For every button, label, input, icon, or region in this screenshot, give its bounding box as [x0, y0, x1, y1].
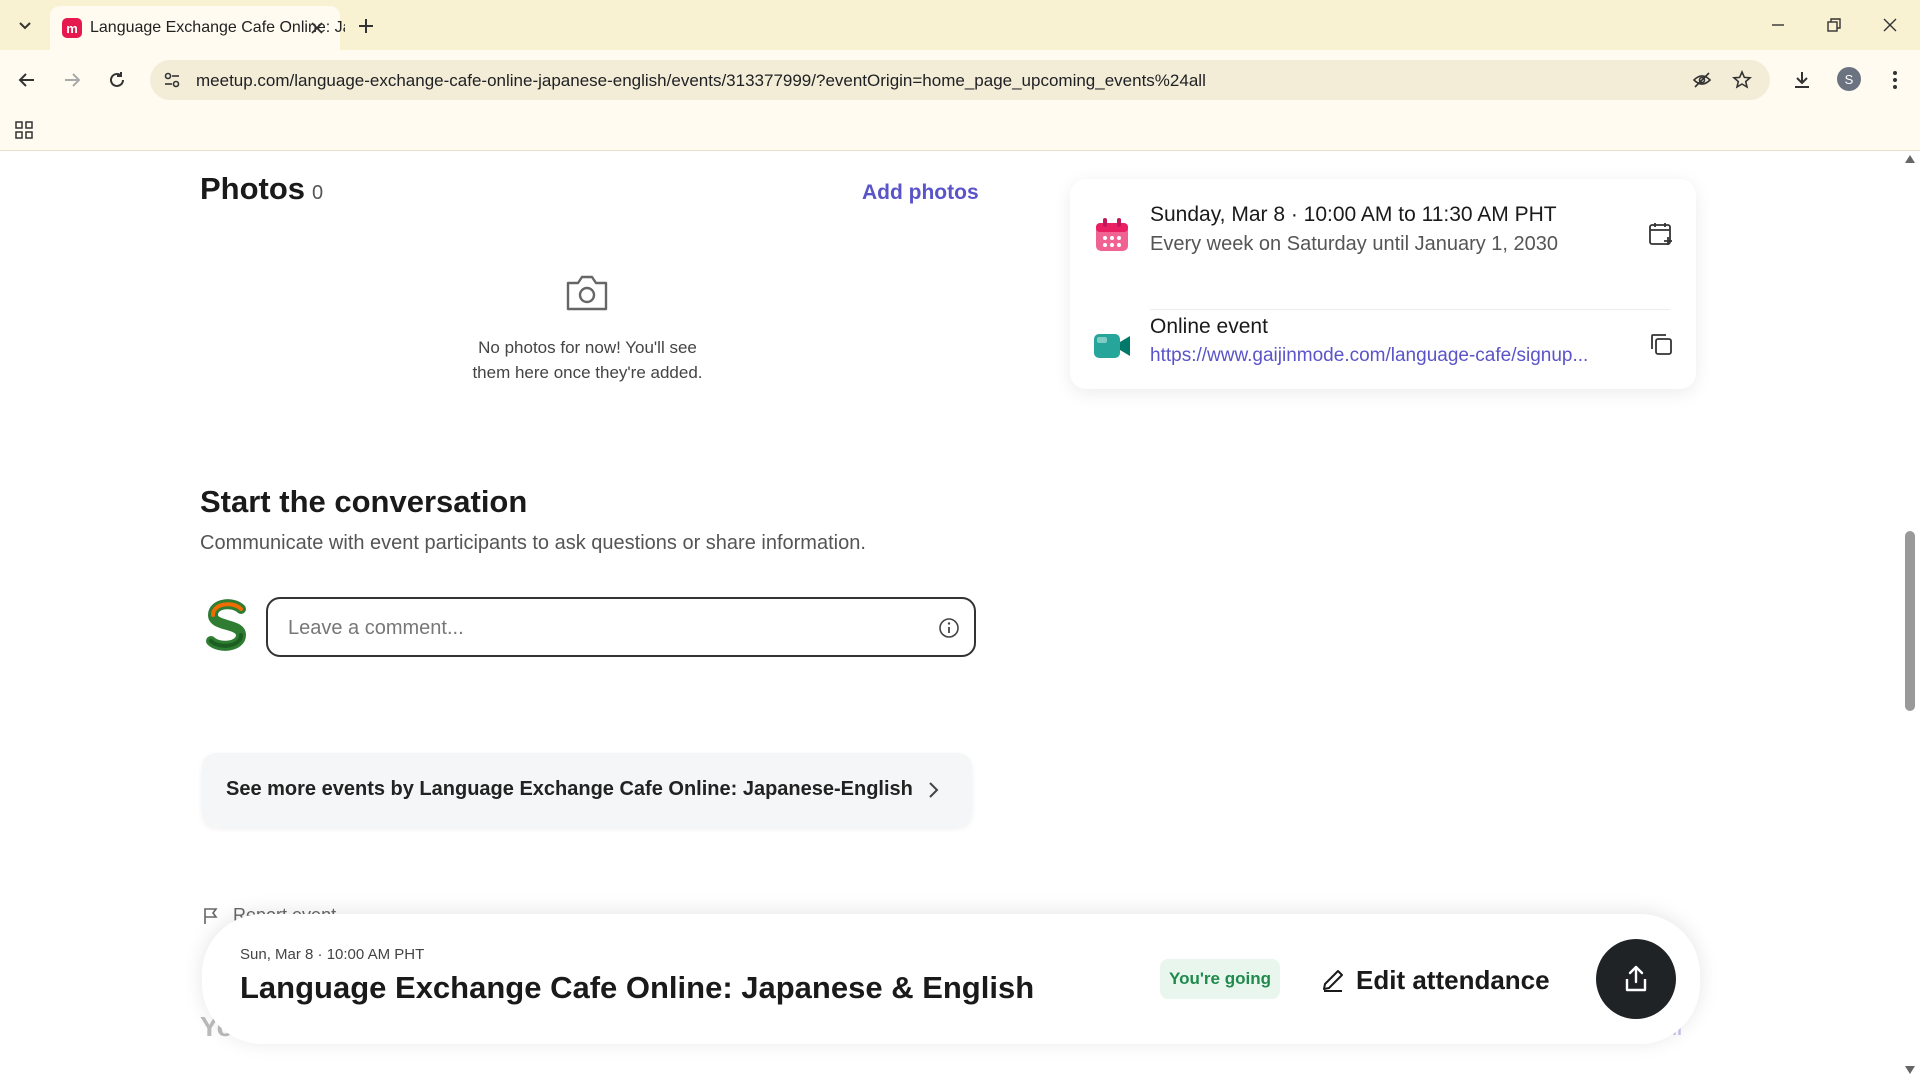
reload-icon	[110, 72, 124, 87]
tracking-protection-button[interactable]	[1690, 68, 1714, 92]
flag-icon	[204, 908, 218, 925]
meetup-favicon-icon: m	[62, 18, 82, 38]
user-avatar	[206, 599, 247, 651]
sticky-event-date: Sun, Mar 8 · 10:00 AM PHT	[240, 946, 425, 963]
going-status-badge: You're going	[1160, 959, 1280, 999]
tab-search-button[interactable]	[12, 12, 38, 38]
edit-attendance-label: Edit attendance	[1356, 964, 1550, 995]
plus-icon	[359, 19, 373, 33]
apps-grid-icon	[15, 121, 33, 139]
star-icon	[1732, 70, 1752, 89]
site-info-button[interactable]	[160, 68, 184, 92]
forward-button[interactable]	[57, 65, 87, 95]
info-icon	[939, 618, 959, 638]
downloads-button[interactable]	[1787, 65, 1817, 95]
page-content: Photos 0 Add photos No photos for now! Y…	[0, 151, 1900, 1080]
comment-info-button[interactable]	[936, 615, 962, 641]
new-tab-button[interactable]	[352, 12, 380, 40]
sticky-attendance-bar: Sun, Mar 8 · 10:00 AM PHT Language Excha…	[202, 914, 1700, 1044]
close-icon	[311, 22, 323, 34]
close-icon	[1883, 18, 1897, 32]
chevron-right-icon	[929, 782, 939, 798]
address-bar[interactable]: meetup.com/language-exchange-cafe-online…	[150, 60, 1770, 100]
browser-tab-active[interactable]: m Language Exchange Cafe Online: Japanes…	[50, 6, 345, 50]
scroll-thumb[interactable]	[1905, 531, 1915, 711]
calendar-icon	[1096, 218, 1128, 251]
event-recurrence: Every week on Saturday until January 1, …	[1150, 233, 1559, 255]
page-scrollbar[interactable]	[1900, 151, 1920, 1080]
tune-icon	[164, 72, 180, 88]
scroll-down-arrow-icon[interactable]	[1905, 1066, 1915, 1074]
event-date-time: Sunday, Mar 8 · 10:00 AM to 11:30 AM PHT	[1150, 203, 1557, 226]
scroll-up-arrow-icon[interactable]	[1905, 155, 1915, 163]
minimize-icon	[1772, 24, 1784, 26]
url-text: meetup.com/language-exchange-cafe-online…	[196, 71, 1206, 90]
conversation-heading: Start the conversation	[200, 484, 528, 519]
video-camera-icon	[1094, 334, 1130, 358]
apps-button[interactable]	[12, 118, 36, 142]
see-more-events-button[interactable]: See more events by Language Exchange Caf…	[202, 753, 972, 827]
chevron-down-icon	[19, 22, 31, 30]
event-info-card: Sunday, Mar 8 · 10:00 AM to 11:30 AM PHT…	[1070, 179, 1696, 389]
restore-icon	[1827, 18, 1841, 32]
browser-toolbar: meetup.com/language-exchange-cafe-online…	[0, 50, 1920, 110]
bookmark-star-button[interactable]	[1730, 68, 1754, 92]
online-event-label: Online event	[1150, 315, 1268, 338]
comment-field[interactable]	[266, 597, 976, 657]
pencil-icon	[1323, 970, 1343, 992]
back-button[interactable]	[12, 65, 42, 95]
restore-button[interactable]	[1814, 10, 1854, 40]
see-more-events-label: See more events by Language Exchange Caf…	[226, 778, 913, 800]
browser-menu-button[interactable]	[1880, 65, 1910, 95]
photos-count: 0	[312, 182, 324, 204]
share-icon	[1625, 965, 1647, 992]
comment-input[interactable]	[286, 613, 910, 643]
conversation-subtitle: Communicate with event participants to a…	[200, 532, 866, 554]
copy-icon[interactable]	[1648, 331, 1674, 357]
no-photos-message: No photos for now! You'll see them here …	[472, 338, 703, 382]
add-photos-link[interactable]: Add photos	[862, 181, 979, 205]
card-divider	[1150, 309, 1670, 310]
share-button[interactable]	[1596, 939, 1676, 1019]
profile-avatar[interactable]: S	[1837, 67, 1861, 91]
minimize-button[interactable]	[1758, 10, 1798, 40]
bookmarks-bar	[0, 110, 1920, 151]
arrow-right-icon	[65, 73, 81, 87]
browser-tab-bar: m Language Exchange Cafe Online: Japanes…	[0, 0, 1920, 50]
more-vertical-icon	[1893, 71, 1897, 89]
close-window-button[interactable]	[1870, 10, 1910, 40]
add-to-calendar-icon[interactable]	[1648, 221, 1674, 247]
edit-attendance-button[interactable]: Edit attendance	[1320, 960, 1550, 1000]
eye-off-icon	[1692, 72, 1712, 88]
camera-icon	[566, 275, 608, 311]
reload-button[interactable]	[102, 65, 132, 95]
photos-heading: Photos	[200, 171, 306, 206]
tab-close-button[interactable]	[306, 17, 328, 39]
sticky-event-title: Language Exchange Cafe Online: Japanese …	[240, 970, 1035, 1005]
online-event-link[interactable]: https://www.gaijinmode.com/language-cafe…	[1150, 345, 1634, 367]
download-icon	[1795, 72, 1809, 88]
arrow-left-icon	[18, 73, 34, 87]
